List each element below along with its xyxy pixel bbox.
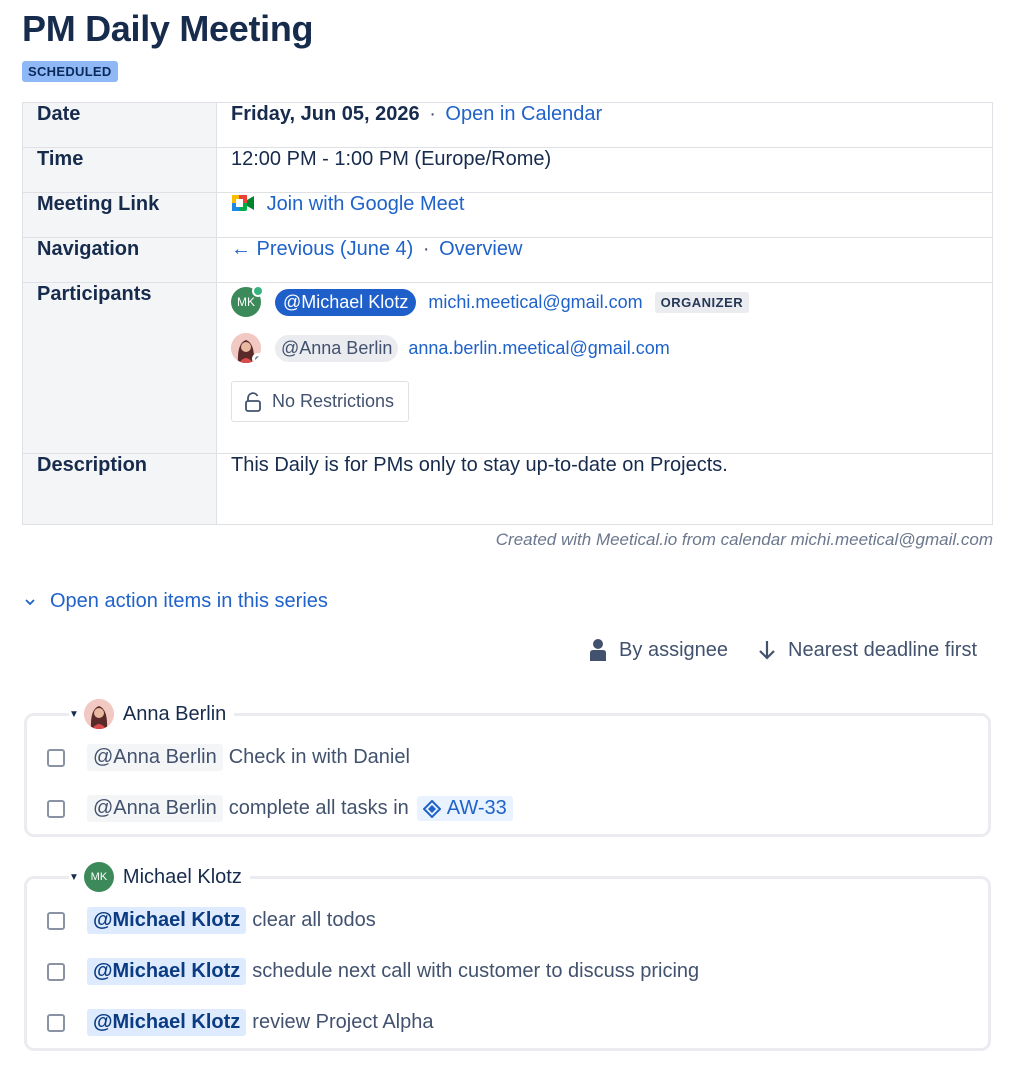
- task-item: @Michael Klotz clear all todos: [47, 907, 376, 934]
- task-text: complete all tasks in: [228, 797, 409, 819]
- action-items-toggle[interactable]: Open action items in this series: [24, 590, 328, 613]
- task-mention[interactable]: @Michael Klotz: [87, 958, 247, 985]
- mention-michael-klotz[interactable]: @Michael Klotz: [275, 288, 417, 316]
- description-row: Description This Daily is for PMs only t…: [22, 453, 993, 525]
- meeting-page: PM Daily Meeting SCHEDULED Date Friday, …: [0, 0, 1024, 1077]
- mention-anna-berlin[interactable]: @Anna Berlin: [275, 334, 399, 362]
- task-checkbox[interactable]: [47, 748, 65, 767]
- assignee-group-anna-berlin: ▼ Anna Berlin @Anna Berlin Check in with…: [24, 694, 991, 837]
- avatar: [83, 699, 114, 729]
- meeting-link-row: Meeting Link Join with Google Meet: [22, 192, 993, 238]
- date-label: Date: [22, 102, 217, 148]
- collapse-triangle-icon: ▼: [69, 871, 79, 883]
- task-item: @Michael Klotz schedule next call with c…: [47, 958, 699, 985]
- status-badge: SCHEDULED: [22, 61, 118, 82]
- organizer-badge: ORGANIZER: [654, 291, 750, 313]
- date-cell: Friday, Jun 05, 2026 · Open in Calendar: [216, 102, 993, 148]
- task-mention[interactable]: @Michael Klotz: [87, 1009, 247, 1036]
- time-label: Time: [22, 147, 217, 193]
- participant-organizer: MK @Michael Klotz michi.meetical@gmail.c…: [231, 285, 978, 319]
- avatar-initials: MK: [237, 295, 255, 309]
- chevron-down-icon: [25, 598, 35, 605]
- jira-icon: [422, 799, 441, 818]
- navigation-row: Navigation ← Previous (June 4) · Overvie…: [22, 237, 993, 283]
- meeting-link-cell: Join with Google Meet: [216, 192, 993, 238]
- accepted-check-icon: [252, 285, 264, 297]
- group-assignee-name: Anna Berlin: [122, 702, 227, 725]
- participant-email[interactable]: anna.berlin.meetical@gmail.com: [408, 338, 669, 359]
- created-with-note: Created with Meetical.io from calendar m…: [495, 530, 993, 549]
- participant-email[interactable]: michi.meetical@gmail.com: [428, 292, 642, 313]
- navigation-cell: ← Previous (June 4) · Overview: [216, 237, 993, 283]
- participants-row: Participants MK @Michael Klotz michi.mee…: [22, 282, 993, 454]
- description-value: This Daily is for PMs only to stay up-to…: [216, 453, 993, 525]
- time-row: Time 12:00 PM - 1:00 PM (Europe/Rome): [22, 147, 993, 193]
- task-text: clear all todos: [252, 909, 376, 931]
- meeting-link-label: Meeting Link: [22, 192, 217, 238]
- arrow-down-icon: [759, 641, 775, 660]
- unlock-icon: [245, 391, 261, 412]
- restrictions-label: No Restrictions: [272, 391, 395, 411]
- google-meet-icon: [231, 193, 255, 219]
- collapse-triangle-icon: ▼: [69, 708, 79, 720]
- restrictions-button[interactable]: No Restrictions: [231, 381, 410, 422]
- date-row: Date Friday, Jun 05, 2026 · Open in Cale…: [22, 102, 993, 148]
- description-label: Description: [22, 453, 217, 525]
- navigation-label: Navigation: [22, 237, 217, 283]
- task-checkbox[interactable]: [47, 1013, 65, 1032]
- open-in-calendar-link[interactable]: Open in Calendar: [445, 103, 602, 125]
- person-photo-icon: [83, 699, 114, 729]
- overview-link[interactable]: Overview: [439, 238, 522, 260]
- task-item: @Michael Klotz review Project Alpha: [47, 1009, 434, 1036]
- person-icon: [590, 639, 607, 661]
- time-value: 12:00 PM - 1:00 PM (Europe/Rome): [216, 147, 993, 193]
- pending-status-icon: [252, 353, 261, 363]
- group-header[interactable]: ▼ Anna Berlin: [69, 694, 235, 734]
- date-separator: ·: [429, 103, 436, 125]
- task-text: Check in with Daniel: [228, 746, 410, 768]
- task-mention[interactable]: @Michael Klotz: [87, 907, 247, 934]
- group-by-assignee-label: By assignee: [619, 638, 729, 661]
- participants-label: Participants: [22, 282, 217, 454]
- group-by-assignee-button[interactable]: By assignee: [589, 638, 728, 662]
- action-items-toggle-label: Open action items in this series: [50, 590, 328, 612]
- task-checkbox[interactable]: [47, 962, 65, 981]
- avatar: MK: [83, 862, 114, 892]
- join-google-meet-link[interactable]: Join with Google Meet: [267, 193, 465, 215]
- task-text: schedule next call with customer to disc…: [252, 960, 700, 982]
- task-mention[interactable]: @Anna Berlin: [87, 795, 223, 822]
- sort-deadline-label: Nearest deadline first: [788, 638, 977, 661]
- previous-meeting-link[interactable]: ← Previous (June 4): [231, 238, 413, 260]
- jira-issue-key: AW-33: [446, 797, 507, 819]
- sort-bar: By assignee Nearest deadline first: [589, 638, 977, 662]
- task-item: @Anna Berlin Check in with Daniel: [47, 744, 410, 771]
- participant-attendee: @Anna Berlin anna.berlin.meetical@gmail.…: [231, 331, 978, 365]
- date-value: Friday, Jun 05, 2026: [231, 103, 420, 125]
- task-item: @Anna Berlin complete all tasks in AW-33: [47, 795, 513, 822]
- group-header[interactable]: ▼ MK Michael Klotz: [69, 857, 250, 897]
- avatar[interactable]: MK: [231, 285, 264, 317]
- meeting-details-table: Date Friday, Jun 05, 2026 · Open in Cale…: [22, 102, 993, 525]
- avatar-initials: MK: [90, 871, 108, 883]
- task-mention[interactable]: @Anna Berlin: [87, 744, 223, 771]
- sort-deadline-button[interactable]: Nearest deadline first: [758, 639, 977, 662]
- task-checkbox[interactable]: [47, 799, 65, 818]
- page-title: PM Daily Meeting: [22, 8, 314, 49]
- jira-issue-link[interactable]: AW-33: [416, 796, 513, 821]
- group-assignee-name: Michael Klotz: [122, 865, 242, 888]
- participants-cell: MK @Michael Klotz michi.meetical@gmail.c…: [216, 282, 993, 454]
- task-checkbox[interactable]: [47, 911, 65, 930]
- task-text: review Project Alpha: [252, 1011, 434, 1033]
- avatar[interactable]: [231, 333, 261, 363]
- assignee-group-michael-klotz: ▼ MK Michael Klotz @Michael Klotz clear …: [24, 857, 991, 1051]
- nav-separator: ·: [422, 238, 430, 260]
